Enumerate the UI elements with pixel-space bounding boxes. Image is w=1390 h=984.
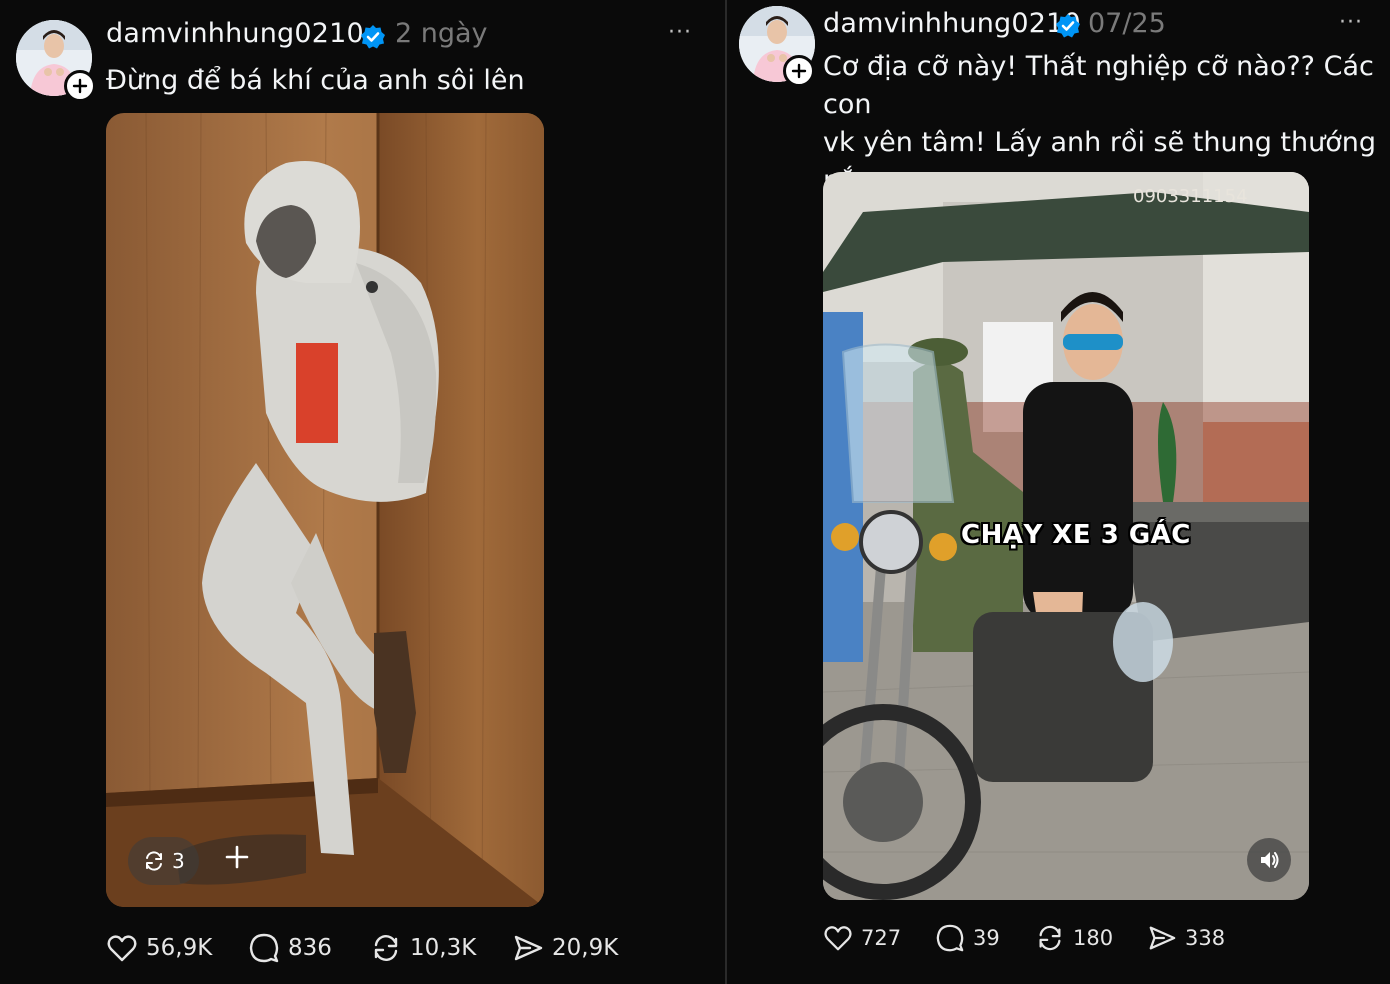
sound-icon (1261, 852, 1279, 868)
share-icon (514, 935, 543, 961)
heart-icon (824, 926, 852, 951)
verified-icon (1056, 14, 1080, 38)
repost-button[interactable]: 10,3K (370, 932, 512, 964)
more-options-button[interactable]: ··· (1339, 12, 1363, 34)
heart-icon (107, 935, 137, 962)
username[interactable]: damvinhhung0210 (823, 8, 1081, 39)
share-icon (1149, 926, 1176, 950)
post-time: 07/25 (1088, 8, 1166, 39)
like-button[interactable]: 727 (823, 923, 935, 953)
add-plus-button[interactable] (224, 844, 250, 876)
caption-line: Cơ địa cỡ này! Thất nghiệp cỡ nào?? Các … (823, 51, 1374, 120)
repost-button[interactable]: 180 (1035, 923, 1147, 953)
repost-count: 180 (1073, 926, 1114, 950)
video-overlay-text: CHẠY XE 3 GÁC (961, 520, 1191, 550)
like-button[interactable]: 56,9K (106, 932, 248, 964)
comment-icon (936, 924, 964, 952)
post-image[interactable]: 3 (106, 113, 544, 907)
follow-plus-button[interactable] (64, 70, 96, 102)
verified-icon (361, 25, 385, 49)
more-options-button[interactable]: ··· (668, 22, 692, 44)
like-count: 727 (861, 926, 902, 950)
comment-button[interactable]: 39 (935, 923, 1035, 953)
repost-icon (374, 935, 398, 961)
share-count: 20,9K (552, 935, 619, 961)
post-video[interactable]: 0903311154 CHẠY XE 3 GÁC (823, 172, 1309, 900)
post-time: 2 ngày (395, 18, 488, 49)
follow-plus-button[interactable] (783, 55, 815, 87)
comment-button[interactable]: 836 (248, 932, 370, 964)
photo-man-in-hoodie (106, 113, 544, 907)
comment-count: 39 (973, 926, 1000, 950)
like-count: 56,9K (146, 935, 213, 961)
share-count: 338 (1185, 926, 1226, 950)
post-caption: Đừng để bá khí của anh sôi lên (106, 65, 525, 96)
repost-chip-count: 3 (172, 849, 185, 873)
sound-toggle-button[interactable] (1247, 838, 1291, 882)
plus-icon (72, 78, 88, 94)
share-button[interactable]: 338 (1147, 923, 1225, 953)
repost-count-chip[interactable]: 3 (128, 837, 199, 885)
post-2: damvinhhung0210 07/25 ··· Cơ địa cỡ này!… (727, 0, 1390, 984)
post-actions: 56,9K 836 10,3K 20,9K (106, 932, 618, 964)
repost-count: 10,3K (410, 935, 477, 961)
sign-text: 0903311154 (1133, 186, 1248, 207)
share-button[interactable]: 20,9K (512, 932, 618, 964)
plus-icon (791, 63, 807, 79)
repost-icon (146, 851, 162, 871)
comment-count: 836 (288, 935, 332, 961)
post-1: damvinhhung0210 2 ngày ··· Đừng để bá kh… (0, 0, 725, 984)
post-actions: 727 39 180 338 (823, 923, 1225, 953)
repost-icon (1039, 925, 1061, 951)
comment-icon (249, 933, 279, 963)
plus-icon (225, 845, 249, 869)
username[interactable]: damvinhhung0210 (106, 18, 364, 49)
